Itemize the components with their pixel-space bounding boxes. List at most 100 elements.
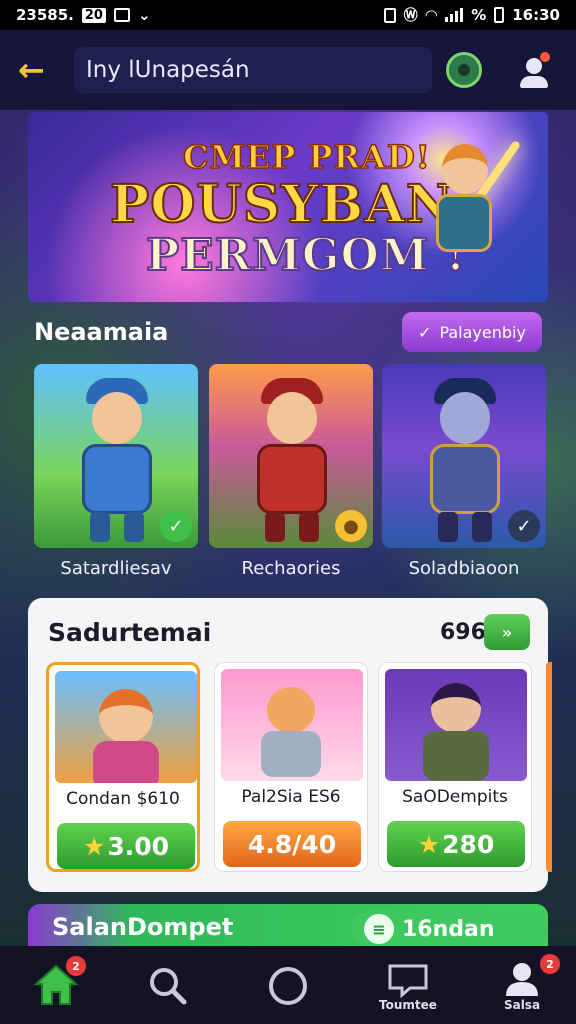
character-leg [90, 512, 110, 542]
sale-card[interactable]: Pal2Sia ES6 4.8/40 [214, 662, 368, 872]
character-body [423, 731, 489, 781]
character-head [440, 392, 490, 444]
game-controller-icon[interactable] [446, 52, 482, 88]
sale-card[interactable]: Condan $610 ★ 3.00 [46, 662, 200, 872]
hero-head [442, 144, 488, 194]
promo-title: SalanDompet [52, 913, 234, 941]
nfc-icon: Ⓦ [403, 8, 418, 24]
sale-card-name: Condan $610 [66, 789, 180, 809]
battery-icon [494, 7, 505, 23]
buy-button[interactable]: ★ 3.00 [57, 823, 195, 869]
user-icon [506, 963, 538, 996]
download-icon: ⌄ [137, 6, 151, 24]
user-icon [526, 58, 542, 74]
featured-label: Soladbiaoon [408, 558, 520, 579]
promo-banner[interactable]: CMEP PRAD! POUSYBAN PERMGOM ! [28, 112, 548, 302]
sale-card[interactable]: SaODempits ★ 280 [378, 662, 532, 872]
character-head [267, 392, 317, 444]
character-leg [124, 512, 144, 542]
character-body [82, 444, 152, 514]
sales-title: Sadurtemai [48, 618, 212, 647]
buy-button[interactable]: 4.8/40 [223, 821, 361, 867]
featured-label: Rechaories [241, 558, 341, 579]
character-body [261, 731, 321, 777]
price-label: 280 [442, 829, 495, 859]
banner-hero-image [418, 134, 522, 284]
banner-line-2: POUSYBAN [109, 173, 455, 236]
arrow-left-icon: ← [18, 51, 45, 89]
profile-button[interactable] [518, 52, 550, 88]
search-input-text: Iny lUnapesán [86, 57, 250, 83]
message-icon [388, 964, 428, 998]
circle-icon [269, 967, 307, 1005]
buy-button[interactable]: ★ 280 [387, 821, 525, 867]
status-badge: 20 [81, 7, 106, 23]
character-leg [472, 512, 492, 542]
check-icon: ✓ [160, 510, 192, 542]
back-button[interactable]: ← [18, 51, 52, 89]
notification-badge: 2 [540, 954, 560, 974]
featured-title: Neaamaia [34, 318, 169, 346]
user-icon-body [520, 76, 548, 88]
sale-card-name: SaODempits [402, 787, 508, 807]
gallery-icon [113, 8, 130, 22]
wallet-icon: ≡ [364, 914, 394, 944]
price-label: 4.8/40 [247, 829, 337, 859]
price-label: 3.00 [107, 831, 170, 861]
character-body [430, 444, 500, 514]
sales-count: 696 [440, 620, 486, 645]
nav-messages-label: Toumtee [379, 998, 437, 1012]
hero-torso [436, 194, 492, 252]
nav-home[interactable]: 2 [16, 946, 96, 1024]
star-icon: ★ [82, 831, 106, 861]
app-header: ← Iny lUnapesán [0, 30, 576, 110]
signal-icon [445, 8, 464, 22]
status-bar: 23585. 20 ⌄ Ⓦ ◠ % 16:30 [0, 0, 576, 30]
featured-card[interactable]: ✓ [382, 364, 546, 548]
nav-circle[interactable] [248, 946, 328, 1024]
battery-text: % [471, 6, 487, 24]
clock: 16:30 [512, 6, 560, 24]
banner-line-1: CMEP PRAD! [182, 137, 431, 177]
character-leg [299, 512, 319, 542]
search-icon [150, 968, 187, 1005]
check-icon: ✓ [508, 510, 540, 542]
status-left-text: 23585. [16, 6, 74, 24]
nav-profile-label: Salsa [503, 998, 541, 1012]
star-icon: ★ [417, 829, 441, 859]
sale-card-image [55, 671, 197, 783]
play-button-label: Palayenbiy [439, 322, 526, 342]
promo-pill-label: 16ndan [402, 916, 495, 942]
character-head [431, 683, 481, 733]
wallet-promo[interactable]: SalanDompet ≡ 16ndan [28, 904, 548, 950]
see-all-button[interactable]: » [484, 614, 530, 650]
nav-messages[interactable]: Toumtee [368, 946, 448, 1024]
coin-icon: ● [335, 510, 367, 542]
sale-card-image [221, 669, 363, 781]
character-body [93, 741, 159, 783]
character-body [257, 444, 327, 514]
character-head [99, 689, 153, 743]
sales-panel: Sadurtemai 696 » Condan $610 ★ 3.00 Pal2… [28, 598, 552, 892]
play-button[interactable]: ✓ Palayenbiy [402, 312, 542, 352]
bottom-nav: 2 Toumtee 2 Salsa [0, 946, 576, 1024]
character-leg [265, 512, 285, 542]
featured-card[interactable]: ✓ [34, 364, 198, 548]
nav-search[interactable] [128, 946, 208, 1024]
character-head [92, 392, 142, 444]
character-head [267, 687, 315, 733]
featured-label: Satardliesav [60, 558, 172, 579]
notification-badge: 2 [66, 956, 86, 976]
featured-card[interactable]: ● [209, 364, 373, 548]
sale-card-partial[interactable] [546, 662, 552, 872]
play-icon: ✓ [418, 322, 432, 342]
search-input[interactable]: Iny lUnapesán [74, 47, 432, 93]
sale-card-image [385, 669, 527, 781]
promo-pill-button[interactable]: ≡ 16ndan [352, 910, 548, 948]
character-leg [438, 512, 458, 542]
notification-dot [540, 52, 550, 62]
nav-profile[interactable]: 2 Salsa [482, 946, 562, 1024]
chevron-right-icon: » [501, 622, 513, 642]
sim-icon [383, 7, 396, 23]
sale-card-name: Pal2Sia ES6 [241, 787, 341, 807]
